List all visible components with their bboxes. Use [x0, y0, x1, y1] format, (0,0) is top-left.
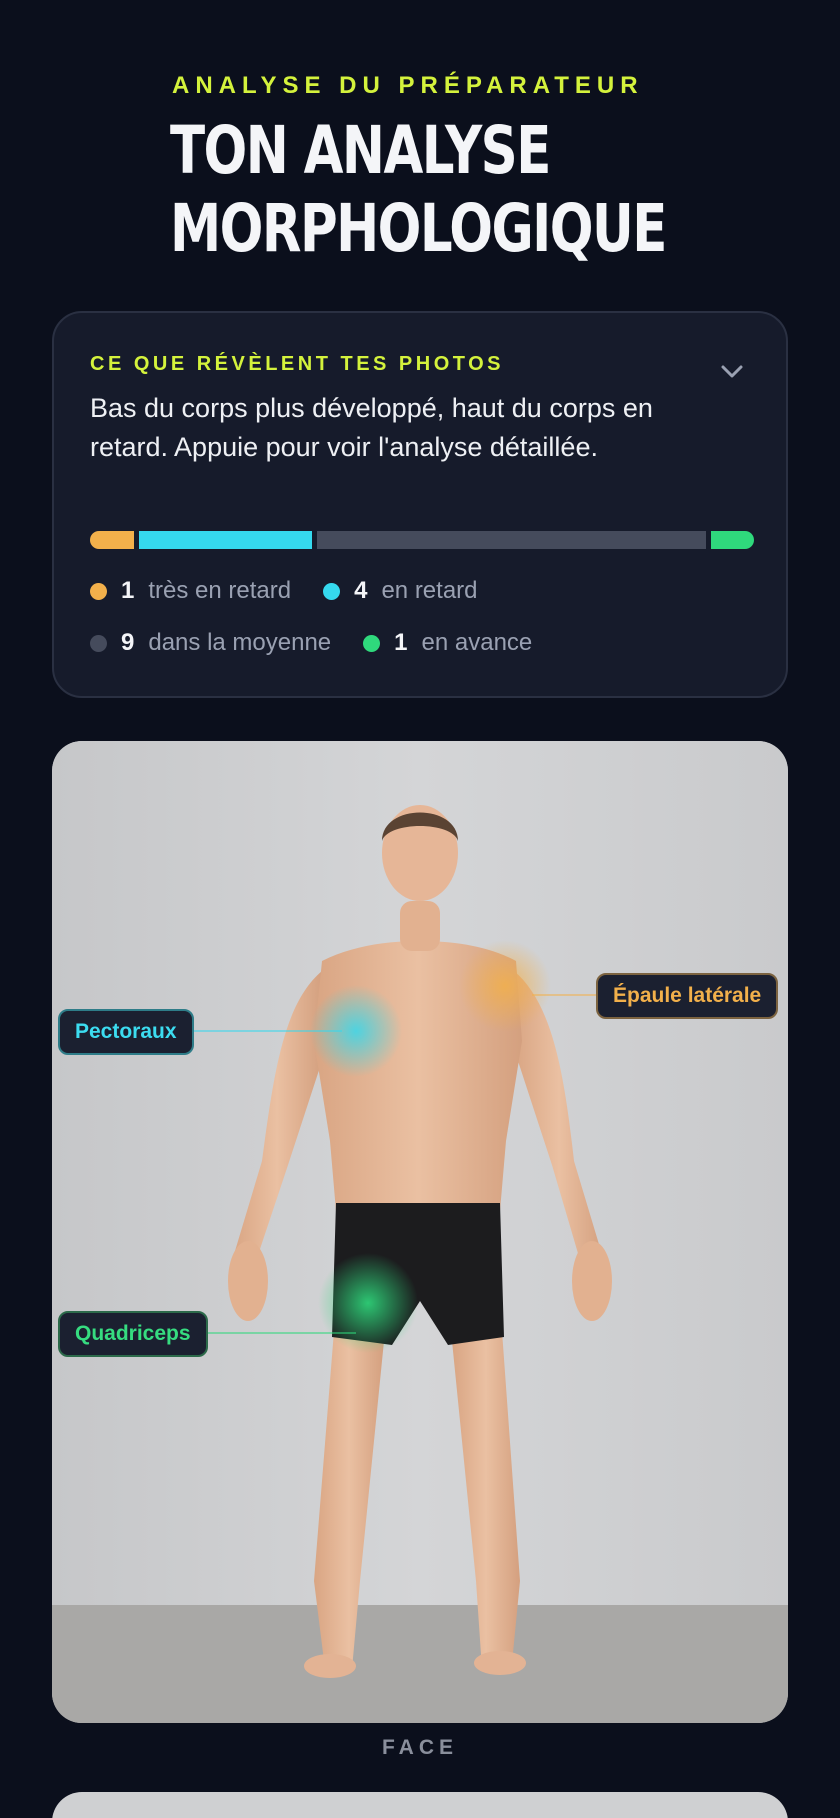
bar-segment-average — [317, 531, 707, 549]
marker-pectoraux[interactable]: Pectoraux — [58, 1009, 194, 1055]
legend-dot — [90, 634, 107, 652]
legend-label: dans la moyenne — [148, 629, 332, 656]
legend-item-very-behind: 1 très en retard — [90, 577, 291, 605]
body-photo-illustration — [52, 741, 788, 1723]
legend-label: en retard — [381, 577, 478, 604]
legend-count: 1 — [121, 577, 135, 604]
legend-item-behind: 4 en retard — [323, 577, 478, 605]
bar-segment-very-behind — [90, 531, 134, 549]
header-eyebrow: ANALYSE DU PRÉPARATEUR — [172, 72, 644, 99]
bar-segment-ahead — [711, 531, 754, 549]
legend-dot — [323, 582, 341, 600]
chevron-down-icon[interactable] — [718, 357, 746, 385]
legend-row-1: 1 très en retard 4 en retard — [90, 577, 510, 605]
summary-text: Bas du corps plus développé, haut du cor… — [90, 393, 653, 462]
legend-item-ahead: 1 en avance — [363, 629, 532, 657]
legend-item-average: 9 dans la moyenne — [90, 629, 331, 657]
marker-quadriceps[interactable]: Quadriceps — [58, 1311, 208, 1357]
legend-dot — [90, 582, 107, 600]
legend-count: 9 — [121, 629, 135, 656]
legend-dot — [363, 634, 381, 652]
legend-label: très en retard — [148, 577, 292, 604]
front-photo-card[interactable]: Pectoraux Épaule latérale Quadriceps — [52, 741, 788, 1723]
photo-view-label: FACE — [381, 1736, 458, 1759]
page-title: TON ANALYSE MORPHOLOGIQUE — [170, 112, 667, 267]
bar-segment-behind — [138, 531, 313, 549]
legend-row-2: 9 dans la moyenne 1 en avance — [90, 629, 564, 657]
analysis-summary-card[interactable]: CE QUE RÉVÈLENT TES PHOTOS Bas du corps … — [52, 311, 788, 698]
legend-count: 1 — [394, 629, 408, 656]
distribution-bar — [90, 531, 754, 549]
legend-label: en avance — [421, 629, 533, 656]
marker-epaule-laterale[interactable]: Épaule latérale — [596, 973, 779, 1019]
legend-count: 4 — [354, 577, 368, 604]
next-photo-card[interactable] — [52, 1792, 788, 1818]
summary-eyebrow: CE QUE RÉVÈLENT TES PHOTOS — [90, 353, 505, 375]
